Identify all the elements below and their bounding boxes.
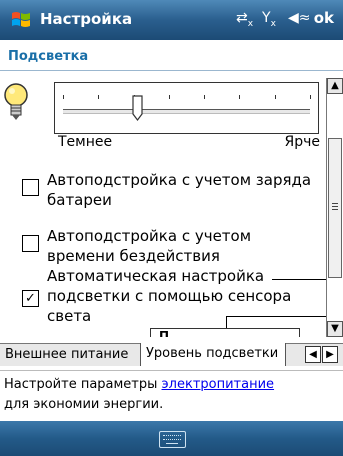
- option-light-sensor-label[interactable]: Автоматическая настройка подсветки с пом…: [47, 266, 323, 326]
- tab-scroll-left-icon[interactable]: ◀: [305, 346, 321, 363]
- power-settings-link[interactable]: электропитание: [162, 377, 275, 392]
- popup-fragment: П: [150, 328, 300, 337]
- slider-tick: [310, 95, 311, 99]
- bottom-bar: [0, 421, 343, 456]
- callout-line: [226, 316, 227, 328]
- tab-bar: Внешнее питание Уровень подсветки ◀ ▶: [0, 343, 343, 366]
- slider-bright-label: Ярче: [284, 134, 321, 150]
- title-bar: Настройка ⇄x Yx ◀≈ ok: [0, 0, 343, 40]
- checkbox-idle[interactable]: [22, 235, 39, 252]
- callout-line: [272, 279, 326, 280]
- slider-tick: [63, 95, 64, 99]
- slider-tick: [204, 95, 206, 99]
- help-text-suffix: для экономии энергии.: [4, 397, 164, 412]
- window-title[interactable]: Настройка: [40, 10, 132, 28]
- tab-external-power[interactable]: Внешнее питание: [0, 344, 140, 366]
- start-windows-icon[interactable]: [10, 9, 32, 31]
- vertical-scrollbar[interactable]: ▲ ▼: [326, 78, 343, 337]
- signal-off-icon[interactable]: Yx: [262, 10, 276, 29]
- slider-tick: [274, 95, 276, 99]
- section-divider: [0, 70, 343, 71]
- scroll-up-button[interactable]: ▲: [327, 78, 343, 94]
- light-bulb-icon: [4, 83, 28, 120]
- tab-backlight-level[interactable]: Уровень подсветки: [140, 343, 286, 366]
- volume-icon[interactable]: ◀≈: [288, 10, 311, 26]
- scroll-thumb[interactable]: [328, 138, 342, 278]
- tab-scroll-right-icon[interactable]: ▶: [322, 346, 338, 363]
- help-text: Настройте параметры электропитание для э…: [4, 375, 334, 415]
- section-title: Подсветка: [8, 49, 89, 64]
- slider-thumb[interactable]: [132, 95, 143, 121]
- checkmark-icon: ✓: [25, 291, 36, 306]
- help-divider: [0, 370, 343, 371]
- slider-tick: [168, 95, 170, 99]
- brightness-slider[interactable]: [54, 82, 319, 134]
- checkbox-light-sensor[interactable]: ✓: [22, 290, 39, 307]
- slider-tick: [98, 95, 100, 99]
- slider-tick: [239, 95, 241, 99]
- slider-track: [63, 109, 310, 114]
- connectivity-icon[interactable]: ⇄x: [236, 10, 253, 29]
- callout-line: [226, 316, 326, 317]
- option-battery-label[interactable]: Автоподстройка с учетом заряда батареи: [47, 170, 323, 210]
- slider-dim-label: Темнее: [58, 134, 113, 150]
- ok-button[interactable]: ok: [314, 9, 334, 27]
- option-idle-label[interactable]: Автоподстройка с учетом времени бездейст…: [47, 226, 323, 266]
- keyboard-icon[interactable]: [159, 431, 186, 448]
- settings-content: Темнее Ярче Автоподстройка с учетом заря…: [0, 78, 326, 337]
- checkbox-battery[interactable]: [22, 179, 39, 196]
- help-text-prefix: Настройте параметры: [4, 377, 162, 392]
- scroll-down-button[interactable]: ▼: [327, 321, 343, 337]
